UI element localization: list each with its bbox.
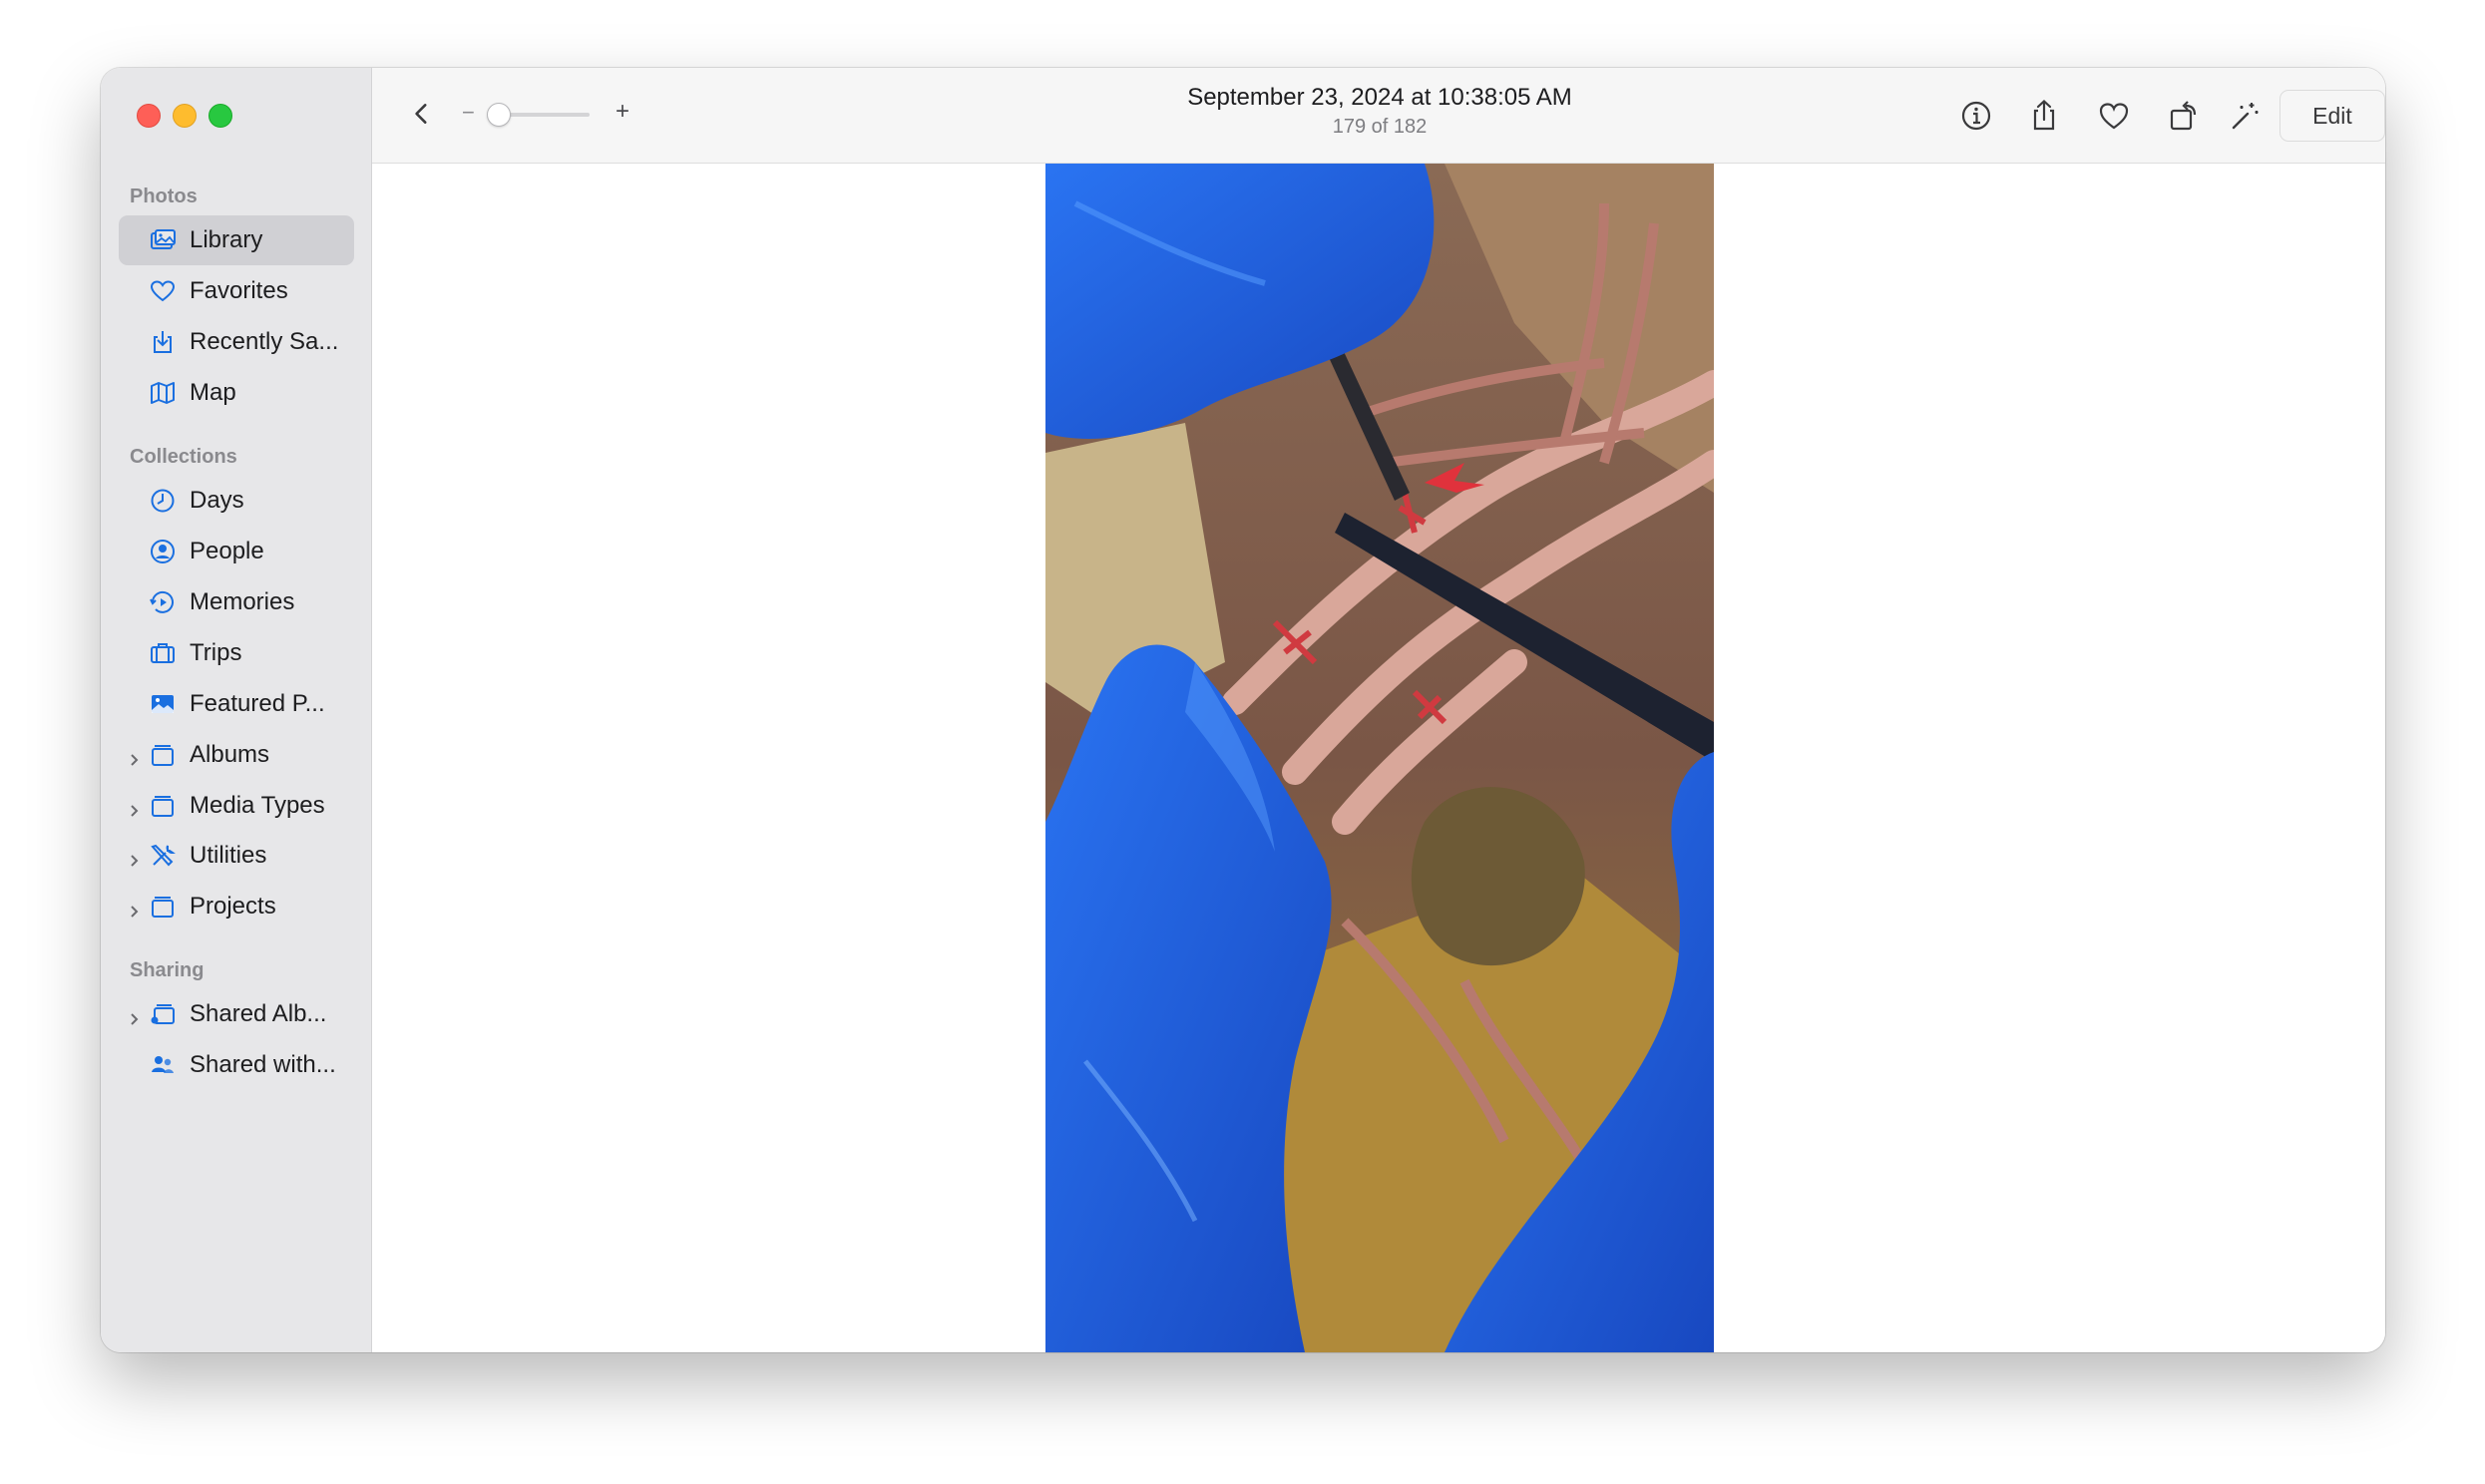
sidebar-item-label: Shared with... xyxy=(190,1051,336,1078)
sidebar-item-people[interactable]: People xyxy=(119,527,354,576)
sidebar-item-label: Shared Alb... xyxy=(190,1000,327,1027)
sidebar-item-projects[interactable]: Projects xyxy=(119,882,354,931)
info-icon xyxy=(1961,101,1991,131)
library-icon xyxy=(149,226,177,254)
favorite-button[interactable] xyxy=(2092,94,2136,138)
edit-button[interactable]: Edit xyxy=(2279,90,2385,142)
album-stack-icon xyxy=(149,792,177,820)
close-window-button[interactable] xyxy=(137,104,161,128)
sidebar-item-shared-with-you[interactable]: Shared with... xyxy=(119,1040,354,1090)
share-button[interactable] xyxy=(2022,94,2066,138)
sidebar-item-shared-albums[interactable]: Shared Alb... xyxy=(119,989,354,1039)
heart-icon xyxy=(2099,103,2129,130)
info-button[interactable] xyxy=(1954,94,1998,138)
sidebar-item-trips[interactable]: Trips xyxy=(119,628,354,678)
enhance-button[interactable] xyxy=(2224,94,2268,138)
sidebar-item-label: Utilities xyxy=(190,842,267,869)
sidebar: Photos Library Favorites Recently Sa... … xyxy=(101,68,372,1352)
rotate-button[interactable] xyxy=(2162,94,2206,138)
dissection-photo xyxy=(1045,164,1714,1352)
section-header-collections: Collections xyxy=(130,446,237,468)
back-button[interactable] xyxy=(404,96,440,132)
sidebar-item-memories[interactable]: Memories xyxy=(119,577,354,627)
photo-viewer-image[interactable] xyxy=(1045,164,1714,1352)
sidebar-item-label: Map xyxy=(190,379,236,406)
sidebar-item-days[interactable]: Days xyxy=(119,476,354,526)
photos-window: Photos Library Favorites Recently Sa... … xyxy=(101,68,2385,1352)
sidebar-item-label: Albums xyxy=(190,741,270,768)
shared-album-icon xyxy=(149,1000,177,1028)
album-stack-icon xyxy=(149,893,177,921)
album-stack-icon xyxy=(149,741,177,769)
chevron-right-icon[interactable] xyxy=(127,747,143,766)
sidebar-item-label: Library xyxy=(190,226,263,253)
person-icon xyxy=(149,538,177,565)
sidebar-item-label: Favorites xyxy=(190,277,288,304)
sidebar-item-label: People xyxy=(190,538,264,564)
zoom-in-label[interactable]: + xyxy=(616,98,629,126)
sidebar-item-label: Recently Sa... xyxy=(190,328,339,355)
sidebar-item-recently-saved[interactable]: Recently Sa... xyxy=(119,317,354,367)
photo-position-counter: 179 of 182 xyxy=(1332,116,1428,138)
minimize-window-button[interactable] xyxy=(173,104,197,128)
rotate-icon xyxy=(2170,101,2197,131)
sidebar-item-label: Memories xyxy=(190,588,295,615)
clock-icon xyxy=(149,487,177,515)
section-header-photos: Photos xyxy=(130,186,198,207)
memories-icon xyxy=(149,588,177,616)
heart-icon xyxy=(149,277,177,305)
sidebar-item-label: Projects xyxy=(190,893,276,920)
tools-icon xyxy=(149,842,177,870)
recently-saved-icon xyxy=(149,328,177,356)
sidebar-item-label: Days xyxy=(190,487,244,514)
share-icon xyxy=(2033,100,2055,131)
main-content: − + September 23, 2024 at 10:38:05 AM 17… xyxy=(372,68,2385,1352)
sidebar-item-albums[interactable]: Albums xyxy=(119,730,354,780)
sidebar-item-favorites[interactable]: Favorites xyxy=(119,266,354,316)
photo-icon xyxy=(149,690,177,718)
sidebar-item-library[interactable]: Library xyxy=(119,215,354,265)
sidebar-item-label: Media Types xyxy=(190,792,325,819)
map-icon xyxy=(149,379,177,407)
chevron-right-icon[interactable] xyxy=(127,798,143,817)
sidebar-item-map[interactable]: Map xyxy=(119,368,354,418)
sidebar-item-utilities[interactable]: Utilities xyxy=(119,831,354,881)
chevron-right-icon[interactable] xyxy=(127,1006,143,1025)
sidebar-item-media-types[interactable]: Media Types xyxy=(119,781,354,831)
zoom-slider-knob[interactable] xyxy=(487,103,511,127)
chevron-right-icon[interactable] xyxy=(127,899,143,918)
zoom-out-label[interactable]: − xyxy=(462,100,475,126)
section-header-sharing: Sharing xyxy=(130,959,205,981)
sidebar-item-featured-photos[interactable]: Featured P... xyxy=(119,679,354,729)
photo-title-area: September 23, 2024 at 10:38:05 AM 179 of… xyxy=(991,84,1769,139)
shared-people-icon xyxy=(149,1051,177,1079)
chevron-right-icon[interactable] xyxy=(127,848,143,867)
photo-date-title: September 23, 2024 at 10:38:05 AM xyxy=(1187,84,1572,111)
enhance-wand-icon xyxy=(2232,103,2259,130)
suitcase-icon xyxy=(149,639,177,667)
zoom-window-button[interactable] xyxy=(208,104,232,128)
sidebar-item-label: Trips xyxy=(190,639,242,666)
back-chevron-icon xyxy=(415,104,427,124)
sidebar-item-label: Featured P... xyxy=(190,690,325,717)
toolbar: − + September 23, 2024 at 10:38:05 AM 17… xyxy=(372,68,2385,164)
